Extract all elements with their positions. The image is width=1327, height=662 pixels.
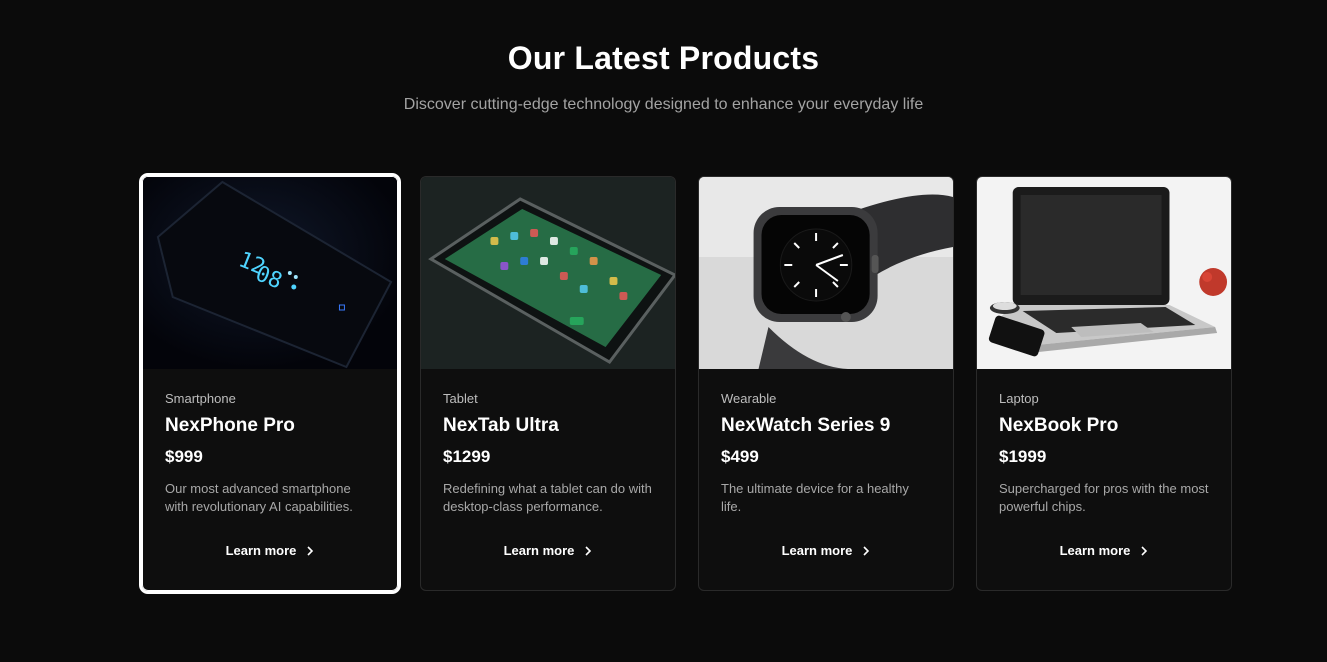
laptop-image	[977, 177, 1231, 369]
learn-more-button[interactable]: Learn more	[977, 543, 1231, 558]
learn-more-label: Learn more	[781, 543, 853, 558]
section-title: Our Latest Products	[507, 40, 820, 76]
chevron-right-icon	[1141, 545, 1148, 556]
product-description: The ultimate device for a healthy life.	[721, 481, 909, 514]
product-category: Wearable	[721, 391, 777, 406]
product-description: Our most advanced smartphone with revolu…	[165, 481, 353, 514]
product-card-tablet[interactable]: Tablet NexTab Ultra $1299 Redefining wha…	[420, 176, 676, 591]
product-name: NexWatch Series 9	[721, 415, 891, 436]
product-price: $1299	[443, 447, 491, 466]
product-category: Tablet	[443, 391, 478, 406]
product-name: NexPhone Pro	[165, 415, 295, 436]
chevron-right-icon	[307, 545, 314, 556]
smartwatch-image	[699, 177, 953, 369]
product-card-laptop[interactable]: Laptop NexBook Pro $1999 Supercharged fo…	[976, 176, 1232, 591]
product-card-smartphone[interactable]: 12 08 Smartphone NexPhone Pro $999 Our m…	[139, 173, 401, 594]
product-name: NexBook Pro	[999, 415, 1119, 436]
product-grid: 12 08 Smartphone NexPhone Pro $999 Our m…	[139, 173, 1232, 594]
learn-more-label: Learn more	[1059, 543, 1131, 558]
section-subtitle: Discover cutting-edge technology designe…	[403, 96, 924, 113]
chevron-right-icon	[863, 545, 870, 556]
learn-more-label: Learn more	[225, 543, 297, 558]
product-price: $1999	[999, 447, 1047, 466]
product-card-smartwatch[interactable]: Wearable NexWatch Series 9 $499 The ulti…	[698, 176, 954, 591]
product-description: Redefining what a tablet can do with des…	[443, 481, 652, 514]
products-section: Our Latest Products Discover cutting-edg…	[0, 0, 1327, 662]
tablet-image	[421, 177, 675, 369]
learn-more-button[interactable]: Learn more	[699, 543, 953, 558]
product-category: Laptop	[999, 391, 1039, 406]
smartphone-image: 12 08	[143, 177, 397, 369]
product-price: $999	[165, 447, 203, 466]
learn-more-label: Learn more	[503, 543, 575, 558]
chevron-right-icon	[585, 545, 592, 556]
product-price: $499	[721, 447, 759, 466]
product-category: Smartphone	[165, 391, 236, 406]
product-name: NexTab Ultra	[443, 415, 559, 436]
learn-more-button[interactable]: Learn more	[421, 543, 675, 558]
learn-more-button[interactable]: Learn more	[143, 543, 397, 558]
product-description: Supercharged for pros with the most powe…	[999, 481, 1209, 514]
